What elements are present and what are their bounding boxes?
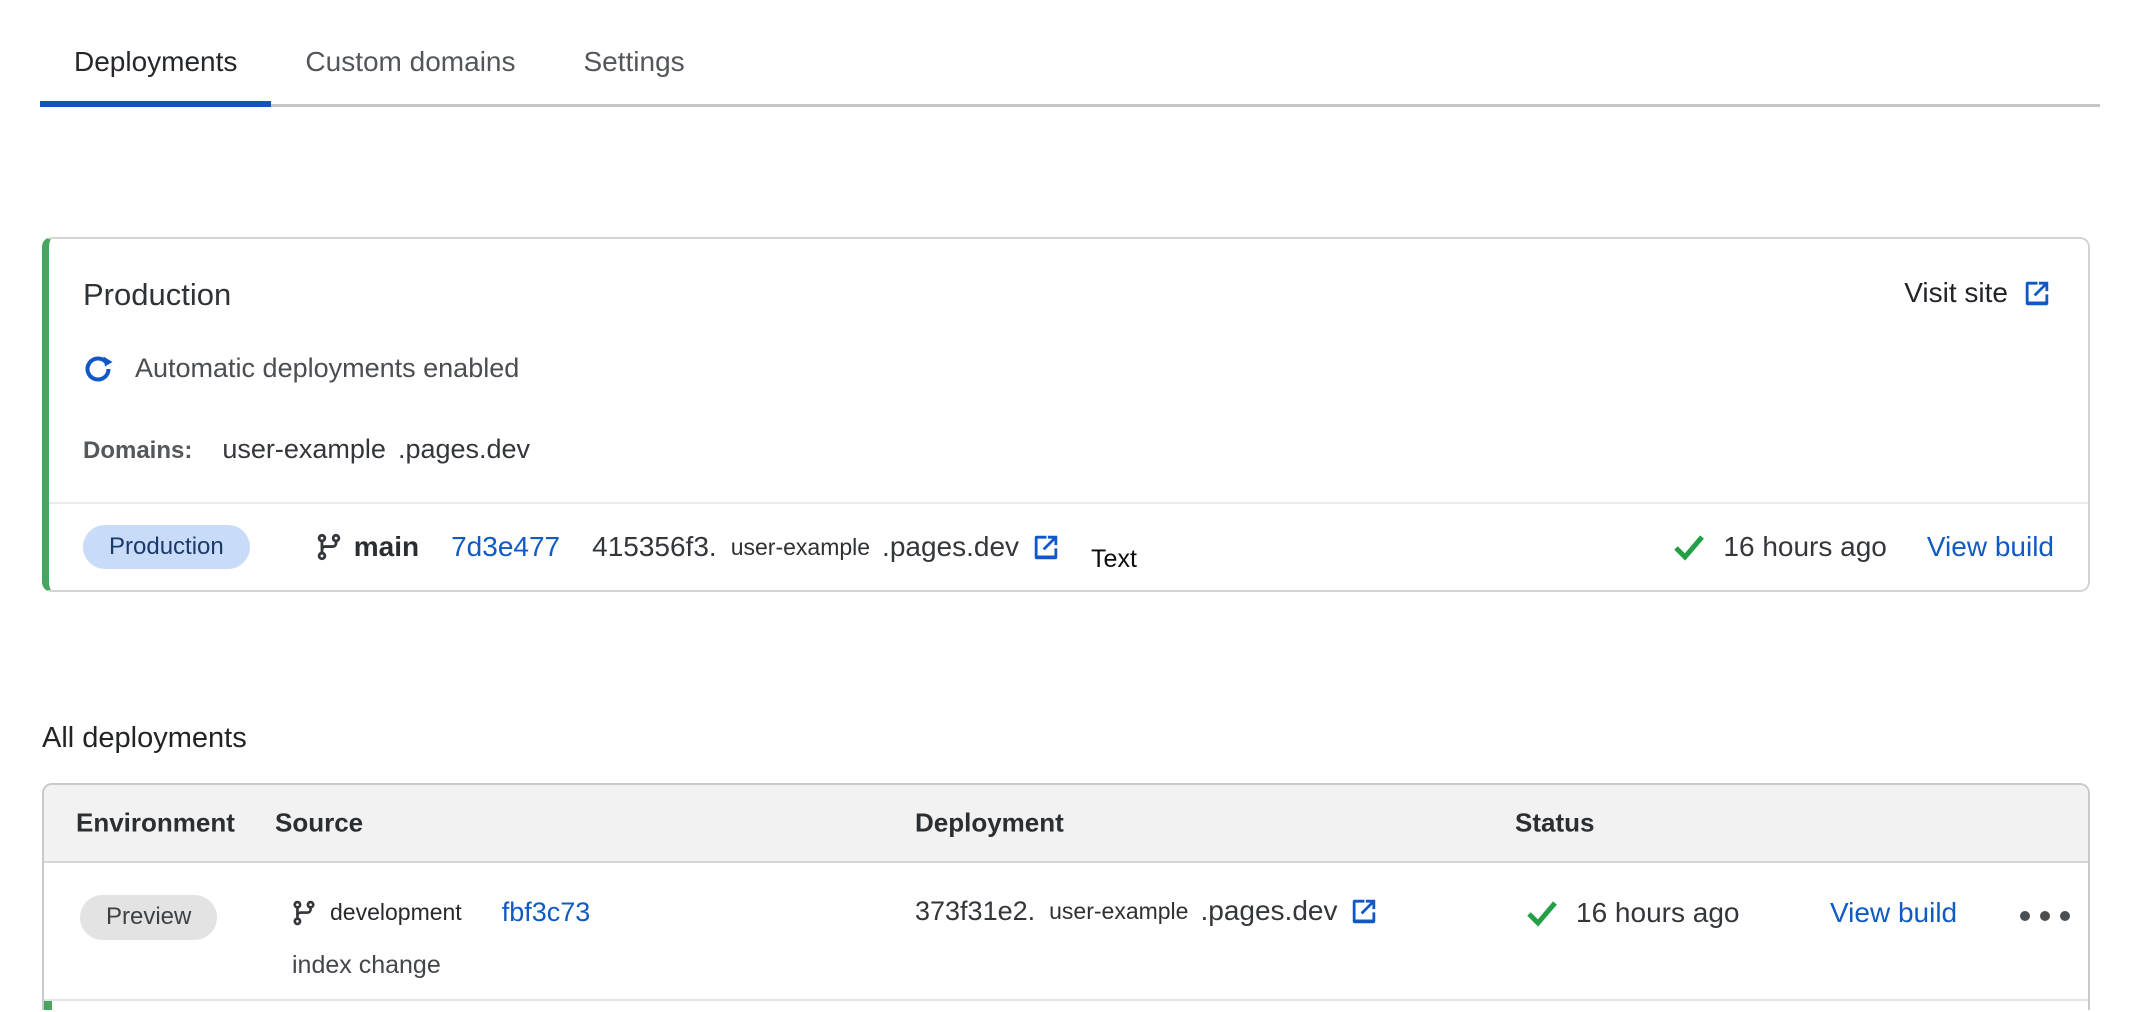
environment-badge: Production <box>83 525 250 570</box>
production-row-status: 16 hours ago View build <box>1671 531 2054 563</box>
commit-link[interactable]: 7d3e477 <box>451 531 560 563</box>
deployments-table: Environment Source Deployment Status Pre… <box>42 783 2090 1010</box>
column-environment: Environment <box>76 808 235 839</box>
auto-deployments-text: Automatic deployments enabled <box>135 353 519 384</box>
external-link-icon[interactable] <box>1031 532 1061 562</box>
text-annotation: Text <box>1091 545 1137 574</box>
status-time: 16 hours ago <box>1576 897 1739 929</box>
domains-label: Domains: <box>83 437 192 465</box>
branch-name: main <box>354 531 419 563</box>
production-card-header: Production Visit site <box>49 239 2088 313</box>
environment-cell: Preview <box>80 895 217 940</box>
production-card-title: Production <box>83 277 231 313</box>
visit-site-label: Visit site <box>1904 277 2008 309</box>
deployment-cell: 373f31e2. user-example .pages.dev <box>915 895 1379 927</box>
commit-link[interactable]: fbf3c73 <box>502 897 591 928</box>
domains-row: Domains: user-example .pages.dev <box>83 434 2088 465</box>
tab-bar: Deployments Custom domains Settings <box>40 30 2100 107</box>
visit-site-link[interactable]: Visit site <box>1904 277 2052 309</box>
external-link-icon <box>2022 278 2052 308</box>
all-deployments-heading: All deployments <box>42 722 2132 755</box>
deployment-id: 373f31e2. <box>915 896 1035 927</box>
domain-name: user-example <box>222 434 386 465</box>
deployment-suffix: .pages.dev <box>882 531 1019 563</box>
tab-settings[interactable]: Settings <box>550 30 719 104</box>
source-cell: development fbf3c73 <box>290 897 590 928</box>
git-branch-icon <box>314 532 344 562</box>
ellipsis-dots <box>2020 911 2070 921</box>
external-link-icon[interactable] <box>1349 896 1379 926</box>
table-row: Preview development fbf3c73 index change… <box>44 863 2088 1001</box>
more-options-icon[interactable] <box>2020 911 2070 921</box>
branch-name: development <box>330 899 462 926</box>
production-row-green-border <box>44 1001 52 1010</box>
production-deployment-row: Production main 7d3e477 415356f3. user-e… <box>49 502 2088 590</box>
tab-custom-domains[interactable]: Custom domains <box>271 30 549 104</box>
deployment-domain: user-example <box>1049 898 1188 925</box>
tab-deployments[interactable]: Deployments <box>40 30 271 104</box>
column-deployment: Deployment <box>915 808 1064 839</box>
deployment-suffix: .pages.dev <box>1200 895 1337 927</box>
view-build-link[interactable]: View build <box>1927 531 2054 563</box>
next-row-partial <box>44 1001 2088 1010</box>
deployment-id: 415356f3. <box>592 531 717 563</box>
success-check-icon <box>1524 898 1560 928</box>
deployment-domain: user-example <box>731 534 870 561</box>
environment-badge: Preview <box>80 895 217 940</box>
domain-suffix: .pages.dev <box>398 434 530 465</box>
status-cell: 16 hours ago <box>1524 897 1739 929</box>
column-source: Source <box>275 808 363 839</box>
git-branch-icon <box>290 899 318 927</box>
commit-message: index change <box>292 951 441 980</box>
view-build-link[interactable]: View build <box>1830 897 1957 929</box>
table-header: Environment Source Deployment Status <box>44 785 2088 863</box>
auto-deployments-row: Automatic deployments enabled <box>83 353 2088 384</box>
status-time: 16 hours ago <box>1723 531 1886 563</box>
production-card: Production Visit site Automatic deployme… <box>42 237 2090 592</box>
success-check-icon <box>1671 532 1707 562</box>
refresh-icon <box>83 354 113 384</box>
column-status: Status <box>1515 808 1594 839</box>
